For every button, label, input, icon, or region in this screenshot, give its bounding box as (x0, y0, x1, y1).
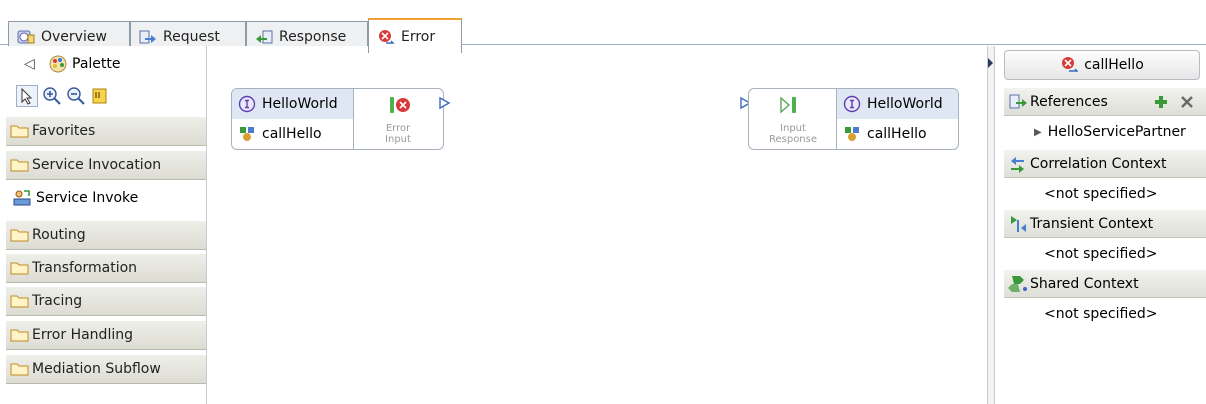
window-top-edge (0, 0, 1206, 8)
shared-context-icon (1008, 275, 1027, 292)
drawer-tracing[interactable]: Tracing (6, 286, 206, 316)
service-invoke-icon (13, 190, 31, 206)
drawer-service-invocation-label: Service Invocation (32, 157, 162, 173)
collapse-palette-icon[interactable]: ◁ (24, 56, 38, 72)
folder-icon (10, 295, 29, 308)
tab-error[interactable]: Error (368, 18, 462, 53)
folder-open-icon (10, 159, 29, 172)
drawer-routing-label: Routing (32, 227, 86, 243)
tab-overview-label: Overview (41, 28, 107, 45)
references-section[interactable]: References (1004, 88, 1206, 116)
callout-node-interface-row: HelloWorld (837, 89, 958, 119)
drawer-tracing-label: Tracing (32, 293, 83, 309)
error-icon (379, 29, 395, 44)
note-icon[interactable] (90, 86, 110, 106)
folder-icon (10, 363, 29, 376)
operation-icon (240, 127, 254, 141)
operation-properties-panel: callHello References ▶ HelloServicePartn… (1000, 46, 1206, 404)
zoom-in-icon[interactable] (42, 86, 62, 106)
tab-request-label: Request (163, 28, 220, 45)
references-label: References (1030, 93, 1108, 110)
input-node-interface: HelloWorld (262, 96, 338, 112)
correlation-context-label: Correlation Context (1030, 155, 1167, 172)
input-node-operation: callHello (262, 126, 322, 142)
input-response-terminal-box: Input Response (749, 89, 837, 149)
interface-icon (238, 95, 256, 113)
zoom-out-icon[interactable] (66, 86, 86, 106)
correlation-context-value: <not specified> (1044, 186, 1158, 202)
drawer-service-invocation[interactable]: Service Invocation (6, 150, 206, 180)
add-reference-icon[interactable] (1154, 95, 1168, 109)
operation-button[interactable]: callHello (1004, 50, 1200, 80)
palette-icon (49, 55, 67, 73)
references-icon (1009, 94, 1027, 108)
correlation-context-icon (1011, 156, 1024, 173)
callout-node-operation-row: callHello (837, 119, 958, 149)
shared-context-section[interactable]: Shared Context (1004, 270, 1206, 298)
transient-context-icon (1011, 215, 1026, 232)
input-node-operation-row: callHello (232, 119, 353, 149)
interface-icon (843, 95, 861, 113)
shared-context-value: <not specified> (1044, 306, 1158, 322)
remove-reference-icon[interactable] (1180, 95, 1194, 109)
response-terminal-icon (780, 96, 796, 114)
editor-tab-bar: Overview Request Response Error (0, 8, 1206, 53)
drawer-mediation-subflow-label: Mediation Subflow (32, 361, 161, 377)
drawer-routing[interactable]: Routing (6, 220, 206, 250)
callout-node[interactable]: Input Response HelloWorld callHello (748, 88, 959, 150)
drawer-transformation[interactable]: Transformation (6, 253, 206, 283)
expand-arrow-icon[interactable]: ▶ (1034, 127, 1042, 138)
error-input-terminal-box: Error Input (354, 89, 443, 149)
request-icon (139, 30, 156, 43)
input-node-interface-row: HelloWorld (232, 89, 353, 119)
error-terminal-icon (390, 97, 410, 113)
transient-context-label: Transient Context (1030, 215, 1154, 232)
reference-item[interactable]: ▶ HelloServicePartner (1004, 117, 1206, 147)
tab-error-label: Error (401, 28, 436, 45)
correlation-context-section[interactable]: Correlation Context (1004, 150, 1206, 178)
palette-header: ◁ Palette (6, 46, 206, 82)
operation-name: callHello (1084, 57, 1144, 73)
drawer-error-handling[interactable]: Error Handling (6, 320, 206, 350)
folder-icon (10, 329, 29, 342)
mediation-flow-canvas[interactable]: HelloWorld callHello Error Input Input R… (207, 46, 987, 404)
response-icon (256, 30, 273, 43)
folder-icon (10, 229, 29, 242)
palette-title: Palette (72, 56, 121, 72)
shared-context-label: Shared Context (1030, 275, 1139, 292)
transient-context-section[interactable]: Transient Context (1004, 210, 1206, 238)
error-operation-icon (1062, 57, 1079, 72)
drawer-error-handling-label: Error Handling (32, 327, 133, 343)
reference-item-label: HelloServicePartner (1047, 124, 1186, 140)
folder-icon (10, 262, 29, 275)
palette-entry-service-invoke[interactable]: Service Invoke (6, 182, 206, 214)
input-response-label: Input Response (768, 123, 818, 145)
input-node[interactable]: HelloWorld callHello Error Input (231, 88, 444, 150)
overview-icon (17, 30, 35, 43)
operation-icon (845, 127, 859, 141)
select-tool-icon[interactable] (16, 85, 38, 107)
drawer-favorites-label: Favorites (32, 123, 96, 139)
output-terminal-icon[interactable] (437, 96, 451, 110)
collapse-arrow-icon[interactable] (988, 58, 994, 68)
error-input-label: Error Input (385, 123, 411, 145)
palette-panel: ◁ Palette Favorites Service Invocation S… (6, 46, 207, 404)
drawer-mediation-subflow[interactable]: Mediation Subflow (6, 354, 206, 384)
service-invoke-label: Service Invoke (36, 190, 139, 206)
callout-node-interface: HelloWorld (867, 96, 943, 112)
palette-toolbar (16, 84, 110, 108)
drawer-favorites[interactable]: Favorites (6, 116, 206, 146)
folder-icon (10, 125, 29, 138)
drawer-transformation-label: Transformation (32, 260, 138, 276)
panel-sash[interactable] (987, 46, 995, 404)
transient-context-value: <not specified> (1044, 246, 1158, 262)
tab-response-label: Response (279, 28, 347, 45)
callout-node-operation: callHello (867, 126, 927, 142)
